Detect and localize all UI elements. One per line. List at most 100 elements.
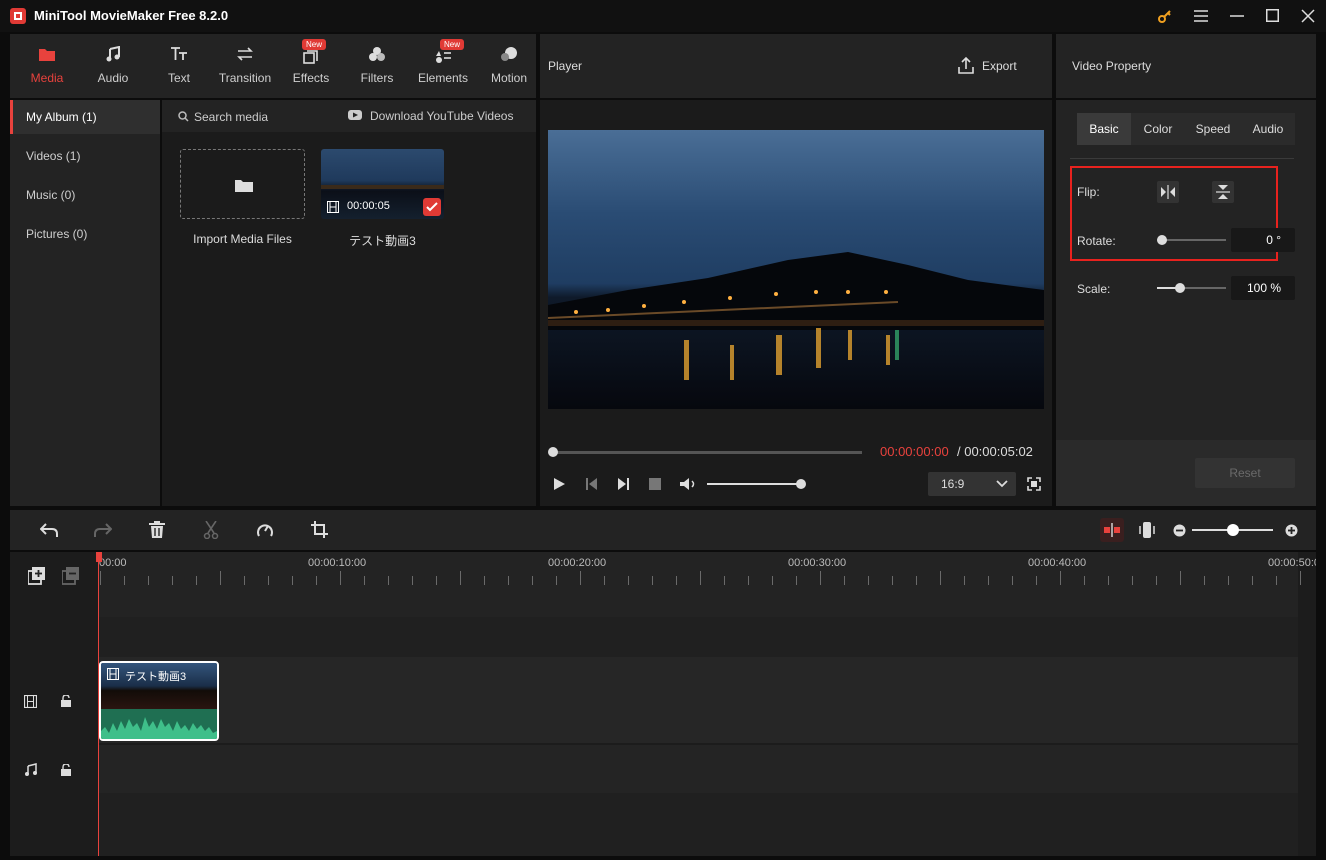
- ruler-tick: [436, 576, 437, 585]
- reset-button[interactable]: Reset: [1195, 458, 1295, 488]
- sidebar-item-videos[interactable]: Videos (1): [10, 139, 160, 173]
- volume-handle[interactable]: [796, 479, 806, 489]
- stop-icon[interactable]: [649, 478, 661, 490]
- ruler-tick: [748, 576, 749, 585]
- lock-icon[interactable]: [61, 764, 71, 776]
- tab-basic[interactable]: Basic: [1077, 113, 1131, 145]
- tool-motion[interactable]: Motion: [476, 34, 542, 98]
- tab-audio[interactable]: Audio: [1241, 113, 1295, 145]
- rotate-handle[interactable]: [1157, 235, 1167, 245]
- tool-label: Elements: [417, 71, 469, 85]
- rotate-value-field[interactable]: 0 °: [1231, 228, 1295, 252]
- empty-track: [98, 617, 1298, 657]
- media-search-bar: Search media Download YouTube Videos: [162, 100, 536, 132]
- night-bridge-scene: [548, 252, 1044, 380]
- sidebar-item-pictures[interactable]: Pictures (0): [10, 217, 160, 251]
- volume-slider[interactable]: [707, 483, 801, 485]
- import-media-button[interactable]: [180, 149, 305, 219]
- menu-icon[interactable]: [1194, 10, 1208, 22]
- aspect-ratio-select[interactable]: 16:9: [928, 472, 1016, 496]
- main-toolbar: Media Audio Text Transition New Effects …: [10, 34, 536, 98]
- close-icon[interactable]: [1301, 9, 1315, 23]
- play-icon[interactable]: [553, 477, 566, 491]
- ruler-tick: [1180, 571, 1181, 585]
- remove-track-icon[interactable]: [62, 567, 80, 585]
- timeline-video-clip[interactable]: テスト動画3: [99, 661, 219, 741]
- split-scissors-icon[interactable]: [203, 521, 219, 539]
- ruler-tick: [676, 576, 677, 585]
- snap-button[interactable]: [1100, 518, 1124, 542]
- search-input[interactable]: Search media: [194, 110, 268, 124]
- flip-horizontal-button[interactable]: [1157, 181, 1179, 203]
- rotate-slider[interactable]: [1157, 239, 1226, 241]
- ruler-tick: [100, 571, 101, 585]
- ruler-label: 00:00:20:00: [548, 557, 607, 569]
- media-clip-thumbnail[interactable]: 00:00:05: [321, 149, 444, 219]
- fullscreen-icon[interactable]: [1027, 477, 1041, 491]
- add-track-icon[interactable]: [28, 567, 46, 585]
- sidebar-item-music[interactable]: Music (0): [10, 178, 160, 212]
- tool-transition[interactable]: Transition: [212, 34, 278, 98]
- tool-elements[interactable]: New Elements: [410, 34, 476, 98]
- zoom-out-icon[interactable]: [1173, 524, 1186, 537]
- text-tt-icon: [170, 46, 188, 62]
- redo-icon[interactable]: [94, 522, 112, 538]
- ruler-tick: [1228, 576, 1229, 585]
- undo-icon[interactable]: [40, 522, 58, 538]
- ruler-tick: [1276, 576, 1277, 585]
- scale-label: Scale:: [1077, 282, 1111, 296]
- tool-media[interactable]: Media: [14, 34, 80, 98]
- next-frame-icon[interactable]: [617, 477, 630, 491]
- tool-filters[interactable]: Filters: [344, 34, 410, 98]
- ruler-tick: [124, 576, 125, 585]
- youtube-download-icon: [348, 109, 364, 121]
- key-icon[interactable]: [1158, 9, 1172, 23]
- check-icon[interactable]: [423, 198, 441, 216]
- playhead-handle[interactable]: [96, 552, 102, 562]
- delete-icon[interactable]: [149, 521, 165, 538]
- app-title: MiniTool MovieMaker Free 8.2.0: [34, 8, 229, 23]
- ruler-tick: [1204, 576, 1205, 585]
- video-preview[interactable]: [548, 130, 1044, 409]
- tool-audio[interactable]: Audio: [80, 34, 146, 98]
- export-icon: [958, 56, 974, 74]
- tab-speed[interactable]: Speed: [1185, 113, 1241, 145]
- tool-effects[interactable]: New Effects: [278, 34, 344, 98]
- thumbnail-bridge: [321, 185, 444, 189]
- music-track: [98, 745, 1298, 793]
- ruler-tick: [220, 571, 221, 585]
- lock-icon[interactable]: [61, 695, 71, 707]
- ruler-tick: [484, 576, 485, 585]
- flip-vertical-icon: [1216, 184, 1230, 200]
- ruler-tick: [820, 571, 821, 585]
- tool-label: Audio: [97, 71, 129, 85]
- playhead[interactable]: [98, 552, 99, 856]
- maximize-icon[interactable]: [1266, 9, 1279, 22]
- ruler-tick: [1036, 576, 1037, 585]
- volume-icon[interactable]: [679, 477, 697, 491]
- scale-handle[interactable]: [1174, 283, 1185, 293]
- download-youtube-button[interactable]: Download YouTube Videos: [370, 109, 513, 123]
- tab-color[interactable]: Color: [1131, 113, 1185, 145]
- zoom-handle[interactable]: [1226, 524, 1239, 536]
- ruler-tick: [1300, 571, 1301, 585]
- chevron-down-icon: [996, 480, 1008, 488]
- tool-text[interactable]: Text: [146, 34, 212, 98]
- crop-icon[interactable]: [311, 521, 328, 538]
- effects-icon: [303, 50, 319, 64]
- fit-timeline-icon[interactable]: [1139, 522, 1155, 538]
- export-button[interactable]: Export: [982, 59, 1017, 73]
- aspect-ratio-value: 16:9: [941, 477, 965, 491]
- ruler-tick: [532, 576, 533, 585]
- speed-gauge-icon[interactable]: [256, 521, 274, 539]
- progress-handle[interactable]: [548, 447, 558, 457]
- playback-progress[interactable]: [552, 451, 862, 454]
- previous-frame-icon[interactable]: [585, 477, 598, 491]
- sidebar-item-my-album[interactable]: My Album (1): [10, 100, 160, 134]
- zoom-in-icon[interactable]: [1285, 524, 1298, 537]
- minimize-icon[interactable]: [1230, 15, 1244, 17]
- scale-value-field[interactable]: 100 %: [1231, 276, 1295, 300]
- flip-vertical-button[interactable]: [1212, 181, 1234, 203]
- ruler-tick: [388, 576, 389, 585]
- ruler-tick: [412, 576, 413, 585]
